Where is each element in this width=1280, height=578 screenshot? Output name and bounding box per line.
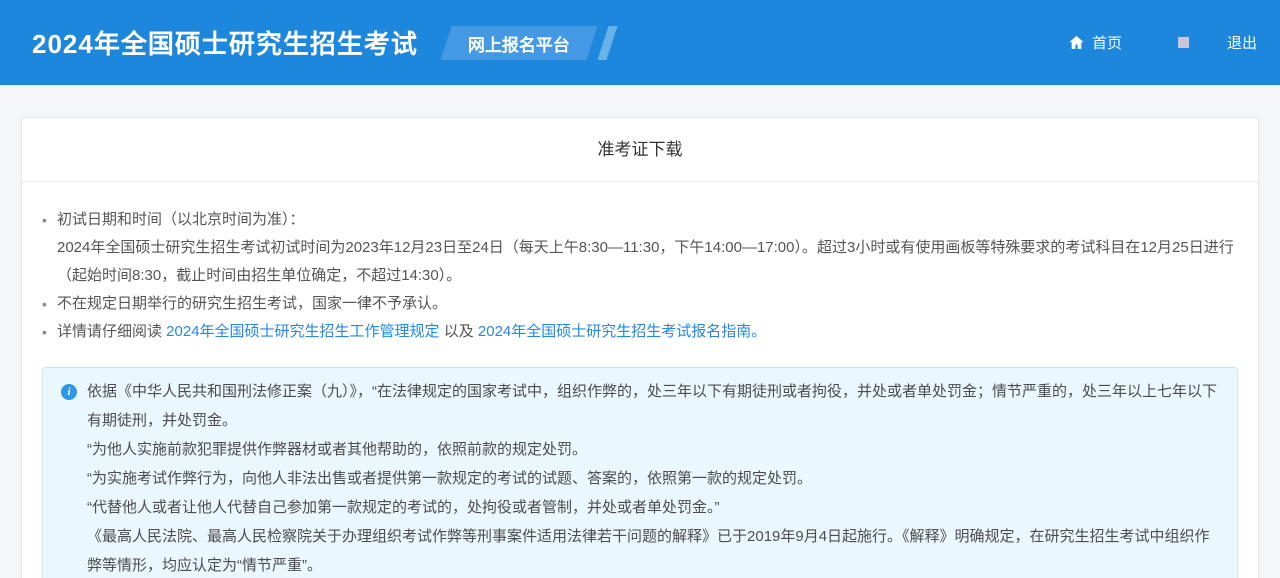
list-item-unrecognized: • 不在规定日期举行的研究生招生考试，国家一律不予承认。	[42, 290, 1238, 318]
app-header: 2024年全国硕士研究生招生考试 网上报名平台 首页 退出	[0, 0, 1280, 85]
app-title: 2024年全国硕士研究生招生考试	[32, 24, 418, 61]
details-prefix-text: 详情请仔细阅读	[57, 323, 166, 340]
nav-logout-link[interactable]: 退出	[1227, 32, 1257, 53]
legal-paragraph-2: “为他人实施前款犯罪提供作弊器材或者其他帮助的，依照前款的规定处罚。	[87, 435, 1219, 464]
header-left: 2024年全国硕士研究生招生考试 网上报名平台	[32, 24, 612, 61]
home-icon	[1068, 34, 1085, 51]
page-title: 准考证下载	[22, 118, 1258, 182]
unrecognized-exam-text: 不在规定日期举行的研究生招生考试，国家一律不予承认。	[57, 290, 1238, 318]
legal-paragraph-4: “代替他人或者让他人代替自己参加第一款规定的考试的，处拘役或者管制，并处或者单处…	[87, 493, 1219, 522]
card-body: • 初试日期和时间（以北京时间为准）： 2024年全国硕士研究生招生考试初试时间…	[22, 182, 1258, 578]
legal-notice-box: i 依据《中华人民共和国刑法修正案（九）》，“在法律规定的国家考试中，组织作弊的…	[42, 367, 1238, 578]
platform-badge-label: 网上报名平台	[468, 30, 570, 55]
legal-paragraph-5: 《最高人民法院、最高人民检察院关于办理组织考试作弊等刑事案件适用法律若干问题的解…	[87, 522, 1219, 578]
legal-paragraph-1: 依据《中华人民共和国刑法修正案（九）》，“在法律规定的国家考试中，组织作弊的，处…	[87, 377, 1219, 435]
header-nav: 首页 退出	[1068, 32, 1257, 53]
list-item-exam-time: • 初试日期和时间（以北京时间为准）： 2024年全国硕士研究生招生考试初试时间…	[42, 206, 1238, 290]
exam-time-heading: 初试日期和时间（以北京时间为准）：	[57, 206, 1238, 234]
bullet-icon: •	[42, 290, 57, 318]
nav-home-link[interactable]: 首页	[1068, 32, 1122, 53]
content-card: 准考证下载 • 初试日期和时间（以北京时间为准）： 2024年全国硕士研究生招生…	[21, 117, 1259, 578]
logout-placeholder-icon	[1178, 37, 1189, 48]
exam-notice-list: • 初试日期和时间（以北京时间为准）： 2024年全国硕士研究生招生考试初试时间…	[42, 206, 1238, 346]
details-and-text: 以及	[440, 323, 478, 340]
info-icon: i	[61, 384, 77, 400]
page-main: 准考证下载 • 初试日期和时间（以北京时间为准）： 2024年全国硕士研究生招生…	[0, 85, 1280, 578]
link-registration-guide[interactable]: 2024年全国硕士研究生招生考试报名指南。	[478, 323, 766, 340]
badge-stripe-decoration	[597, 26, 617, 60]
exam-time-detail: 2024年全国硕士研究生招生考试初试时间为2023年12月23日至24日（每天上…	[57, 234, 1238, 290]
link-management-rules[interactable]: 2024年全国硕士研究生招生工作管理规定	[166, 323, 439, 340]
bullet-icon: •	[42, 206, 57, 234]
bullet-icon: •	[42, 318, 57, 346]
list-item-details: • 详情请仔细阅读 2024年全国硕士研究生招生工作管理规定 以及 2024年全…	[42, 318, 1238, 346]
legal-paragraph-3: “为实施考试作弊行为，向他人非法出售或者提供第一款规定的考试的试题、答案的，依照…	[87, 464, 1219, 493]
nav-home-label: 首页	[1092, 32, 1122, 53]
legal-notice-text: 依据《中华人民共和国刑法修正案（九）》，“在法律规定的国家考试中，组织作弊的，处…	[87, 377, 1219, 578]
platform-badge: 网上报名平台	[440, 26, 597, 60]
